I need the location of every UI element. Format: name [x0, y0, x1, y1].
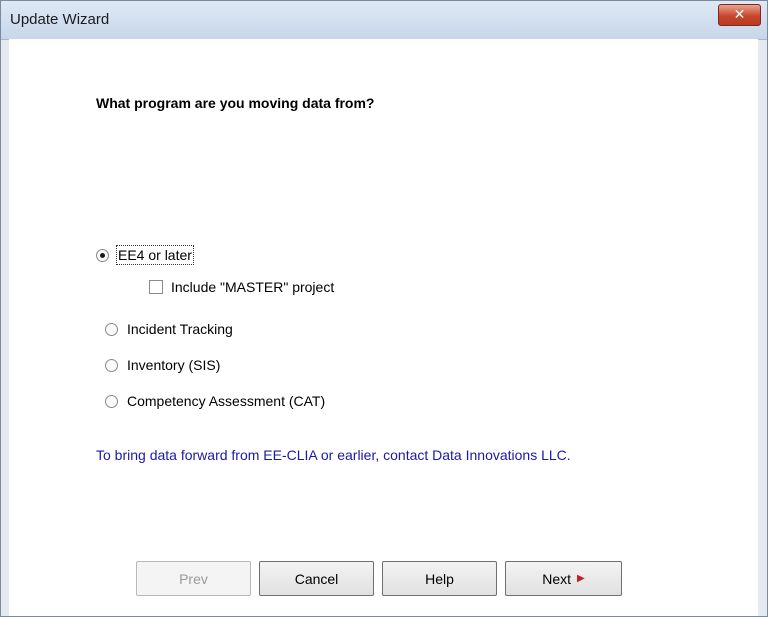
- prev-button[interactable]: Prev: [136, 561, 251, 596]
- next-button[interactable]: Next ▶: [505, 561, 622, 596]
- option-incident-tracking-label: Incident Tracking: [127, 321, 233, 337]
- prev-label: Prev: [179, 570, 208, 587]
- radio-incident-tracking[interactable]: [105, 322, 118, 336]
- option-competency-label: Competency Assessment (CAT): [127, 393, 326, 409]
- option-incident-tracking[interactable]: Incident Tracking: [105, 321, 233, 337]
- close-button[interactable]: ✕: [718, 4, 761, 26]
- include-master-checkbox-row[interactable]: Include "MASTER" project: [149, 279, 334, 295]
- include-master-label: Include "MASTER" project: [171, 279, 335, 295]
- info-text: To bring data forward from EE-CLIA or ea…: [96, 447, 571, 463]
- radio-ee4[interactable]: [96, 248, 109, 262]
- option-ee4-label: EE4 or later: [116, 245, 194, 265]
- include-master-checkbox[interactable]: [149, 280, 163, 294]
- option-inventory[interactable]: Inventory (SIS): [105, 357, 220, 373]
- close-icon: ✕: [733, 7, 746, 23]
- cancel-button[interactable]: Cancel: [259, 561, 374, 596]
- option-ee4[interactable]: EE4 or later: [96, 245, 194, 265]
- wizard-content: What program are you moving data from? E…: [9, 39, 758, 616]
- question-heading: What program are you moving data from?: [96, 95, 375, 111]
- radio-competency[interactable]: [105, 394, 118, 408]
- title-bar[interactable]: Update Wizard ✕: [1, 1, 767, 40]
- window-title: Update Wizard: [10, 11, 110, 28]
- radio-inventory[interactable]: [105, 358, 118, 372]
- option-inventory-label: Inventory (SIS): [127, 357, 221, 373]
- option-competency[interactable]: Competency Assessment (CAT): [105, 393, 325, 409]
- arrow-right-icon: ▶: [577, 573, 585, 584]
- update-wizard-window: Update Wizard ✕ What program are you mov…: [0, 0, 768, 617]
- help-label: Help: [425, 570, 454, 587]
- next-label: Next: [542, 570, 572, 587]
- cancel-label: Cancel: [294, 570, 339, 587]
- help-button[interactable]: Help: [382, 561, 497, 596]
